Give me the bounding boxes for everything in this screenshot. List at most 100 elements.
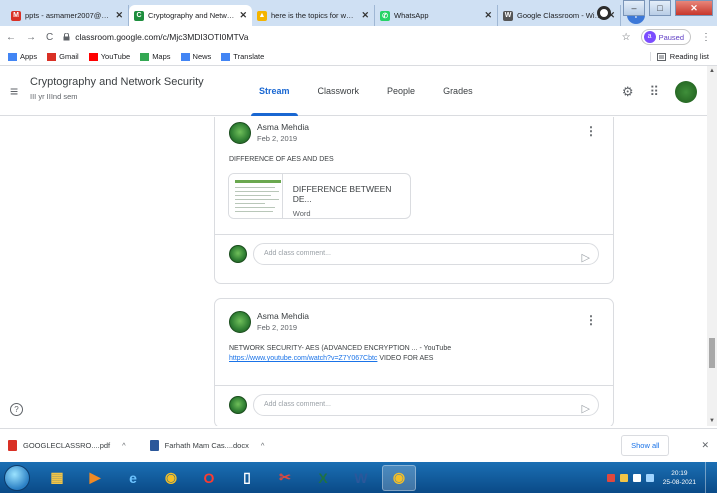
- tab-grades[interactable]: Grades: [429, 66, 487, 116]
- excel-icon[interactable]: X: [306, 465, 340, 491]
- download-filename: Farhath Mam Cas....docx: [164, 441, 249, 450]
- download-options-chevron-icon[interactable]: ^: [261, 441, 265, 450]
- send-comment-icon[interactable]: ▷: [582, 248, 590, 268]
- scroll-down-arrow-icon[interactable]: ▼: [709, 418, 715, 424]
- header-actions: ⚙ ⠿: [622, 81, 697, 103]
- send-comment-icon[interactable]: ▷: [582, 399, 590, 419]
- scroll-up-arrow-icon[interactable]: ▲: [709, 68, 715, 74]
- volume-icon[interactable]: [645, 473, 654, 482]
- bookmarks-bar: Apps Gmail YouTube Maps News Translate Readin…: [0, 48, 717, 66]
- opera-icon[interactable]: O: [192, 465, 226, 491]
- back-button[interactable]: ←: [6, 32, 16, 43]
- url-text: classroom.google.com/c/Mjc3MDI3OTI0MTVa: [75, 32, 249, 42]
- network-icon[interactable]: [632, 473, 641, 482]
- apps-grid-icon: [8, 52, 17, 61]
- ie-icon[interactable]: e: [116, 465, 150, 491]
- media-player-icon[interactable]: ▶: [78, 465, 112, 491]
- tab-close-icon[interactable]: ✕: [361, 10, 369, 21]
- tab-title: here is the topics for which u: [271, 11, 358, 20]
- classroom-header: ≡ Cryptography and Network Security III …: [0, 66, 717, 116]
- attachment-type: Word: [292, 209, 311, 218]
- scrollbar-thumb[interactable]: [709, 338, 715, 368]
- youtube-link[interactable]: https://www.youtube.com/watch?v=Z7Y067Cb…: [229, 355, 377, 362]
- browser-profile-icon[interactable]: [597, 6, 611, 20]
- class-title[interactable]: Cryptography and Network Security: [30, 76, 204, 88]
- url-field[interactable]: classroom.google.com/c/Mjc3MDI3OTI0MTVa: [63, 32, 611, 42]
- tab-stream[interactable]: Stream: [245, 66, 304, 116]
- classroom-icon: C: [134, 10, 144, 21]
- lock-icon: [63, 33, 70, 41]
- tab-close-icon[interactable]: ✕: [484, 10, 492, 21]
- bookmark-label: Apps: [20, 52, 38, 61]
- word-icon[interactable]: W: [344, 465, 378, 491]
- system-tray: 20:19 25-08-2021: [606, 462, 713, 493]
- download-item[interactable]: GOOGLECLASSRO....pdf ^: [8, 440, 126, 451]
- minimize-button[interactable]: –: [623, 0, 645, 16]
- browser-tab[interactable]: C Cryptography and Network Se✕: [129, 5, 252, 26]
- forward-button[interactable]: →: [26, 32, 36, 43]
- news-icon: [180, 52, 190, 61]
- download-filename: GOOGLECLASSRO....pdf: [23, 441, 111, 450]
- bookmark-apps[interactable]: Apps: [8, 52, 37, 61]
- comment-row: Add class comment... ▷: [215, 385, 613, 426]
- post-date: Feb 2, 2019: [257, 323, 298, 332]
- bookmark-news[interactable]: News: [180, 52, 211, 61]
- snipping-tool-icon[interactable]: ✂: [268, 465, 302, 491]
- class-nav-tabs: Stream Classwork People Grades: [245, 66, 487, 116]
- close-download-bar-icon[interactable]: ✕: [701, 440, 709, 451]
- download-options-chevron-icon[interactable]: ^: [122, 441, 126, 450]
- windows-taskbar: ▦ ▶ e ◉ O ▯ ✂ X W ◉ 20:19 25-08-2021: [0, 462, 717, 493]
- post-header: Asma Mehdia Feb 2, 2019 ⋮: [215, 299, 613, 345]
- tab-close-icon[interactable]: ✕: [239, 10, 247, 21]
- attachment-card[interactable]: DIFFERENCE BETWEEN DE... Word: [228, 173, 411, 219]
- system-clock[interactable]: 20:19 25-08-2021: [663, 469, 696, 487]
- main-menu-icon[interactable]: ≡: [10, 83, 18, 99]
- tab-close-icon[interactable]: ✕: [115, 10, 123, 21]
- browser-menu-icon[interactable]: ⋮: [701, 32, 711, 43]
- browser-tab[interactable]: ✆ WhatsApp ✕: [375, 5, 498, 26]
- google-apps-icon[interactable]: ⠿: [649, 84, 659, 100]
- tab-title: ppts - asmamer2007@gmail.c: [25, 11, 112, 20]
- post-link-suffix: VIDEO FOR AES: [377, 355, 434, 362]
- tab-title: Google Classroom - Wikipedia: [517, 11, 603, 20]
- help-icon[interactable]: ?: [10, 403, 23, 416]
- post-text: NETWORK SECURITY- AES (ADVANCED ENCRYPTI…: [229, 345, 452, 352]
- start-button[interactable]: [4, 464, 30, 491]
- tab-title: WhatsApp: [394, 11, 429, 20]
- close-window-button[interactable]: ✕: [675, 0, 713, 16]
- show-desktop-button[interactable]: [705, 462, 713, 493]
- chrome-icon[interactable]: ◉: [154, 465, 188, 491]
- tab-people[interactable]: People: [373, 66, 429, 116]
- show-all-downloads-button[interactable]: Show all: [621, 435, 670, 456]
- tab-title: Cryptography and Network Se: [148, 11, 236, 20]
- chrome-active-icon[interactable]: ◉: [382, 464, 416, 491]
- post-more-options-icon[interactable]: ⋮: [585, 313, 597, 327]
- browser-tab[interactable]: Mppts - asmamer2007@gmail.c✕: [6, 5, 129, 26]
- class-comment-input[interactable]: Add class comment... ▷: [253, 394, 599, 416]
- settings-gear-icon[interactable]: ⚙: [622, 84, 634, 100]
- whatsapp-icon: ✆: [380, 10, 390, 21]
- bookmark-maps[interactable]: Maps: [140, 52, 171, 61]
- notepad-icon[interactable]: ▯: [230, 465, 264, 491]
- bookmark-star-icon[interactable]: ☆: [622, 32, 631, 43]
- notification-flag-icon[interactable]: [619, 473, 628, 482]
- bookmark-translate[interactable]: Translate: [221, 52, 264, 61]
- bookmark-gmail[interactable]: Gmail: [47, 52, 79, 61]
- page-scrollbar[interactable]: ▲ ▼: [707, 66, 717, 426]
- profile-paused-chip[interactable]: a Paused: [640, 29, 691, 45]
- opera-tray-icon[interactable]: [606, 473, 615, 482]
- browser-tab[interactable]: ▲ here is the topics for which u ✕: [252, 5, 375, 26]
- maximize-button[interactable]: □: [649, 0, 671, 16]
- address-bar-row: ← → C classroom.google.com/c/Mjc3MDI3OTI…: [0, 26, 717, 48]
- account-avatar[interactable]: [675, 81, 697, 103]
- bookmark-youtube[interactable]: YouTube: [88, 52, 130, 61]
- explorer-icon[interactable]: ▦: [40, 465, 74, 491]
- download-item[interactable]: Farhath Mam Cas....docx ^: [149, 440, 265, 451]
- reload-button[interactable]: C: [46, 32, 53, 43]
- author-avatar: [229, 311, 251, 333]
- tab-classwork[interactable]: Classwork: [304, 66, 374, 116]
- comment-row: Add class comment... ▷: [215, 234, 613, 276]
- reading-list-button[interactable]: Reading list: [649, 52, 709, 61]
- post-more-options-icon[interactable]: ⋮: [585, 124, 597, 138]
- class-comment-input[interactable]: Add class comment... ▷: [253, 243, 599, 265]
